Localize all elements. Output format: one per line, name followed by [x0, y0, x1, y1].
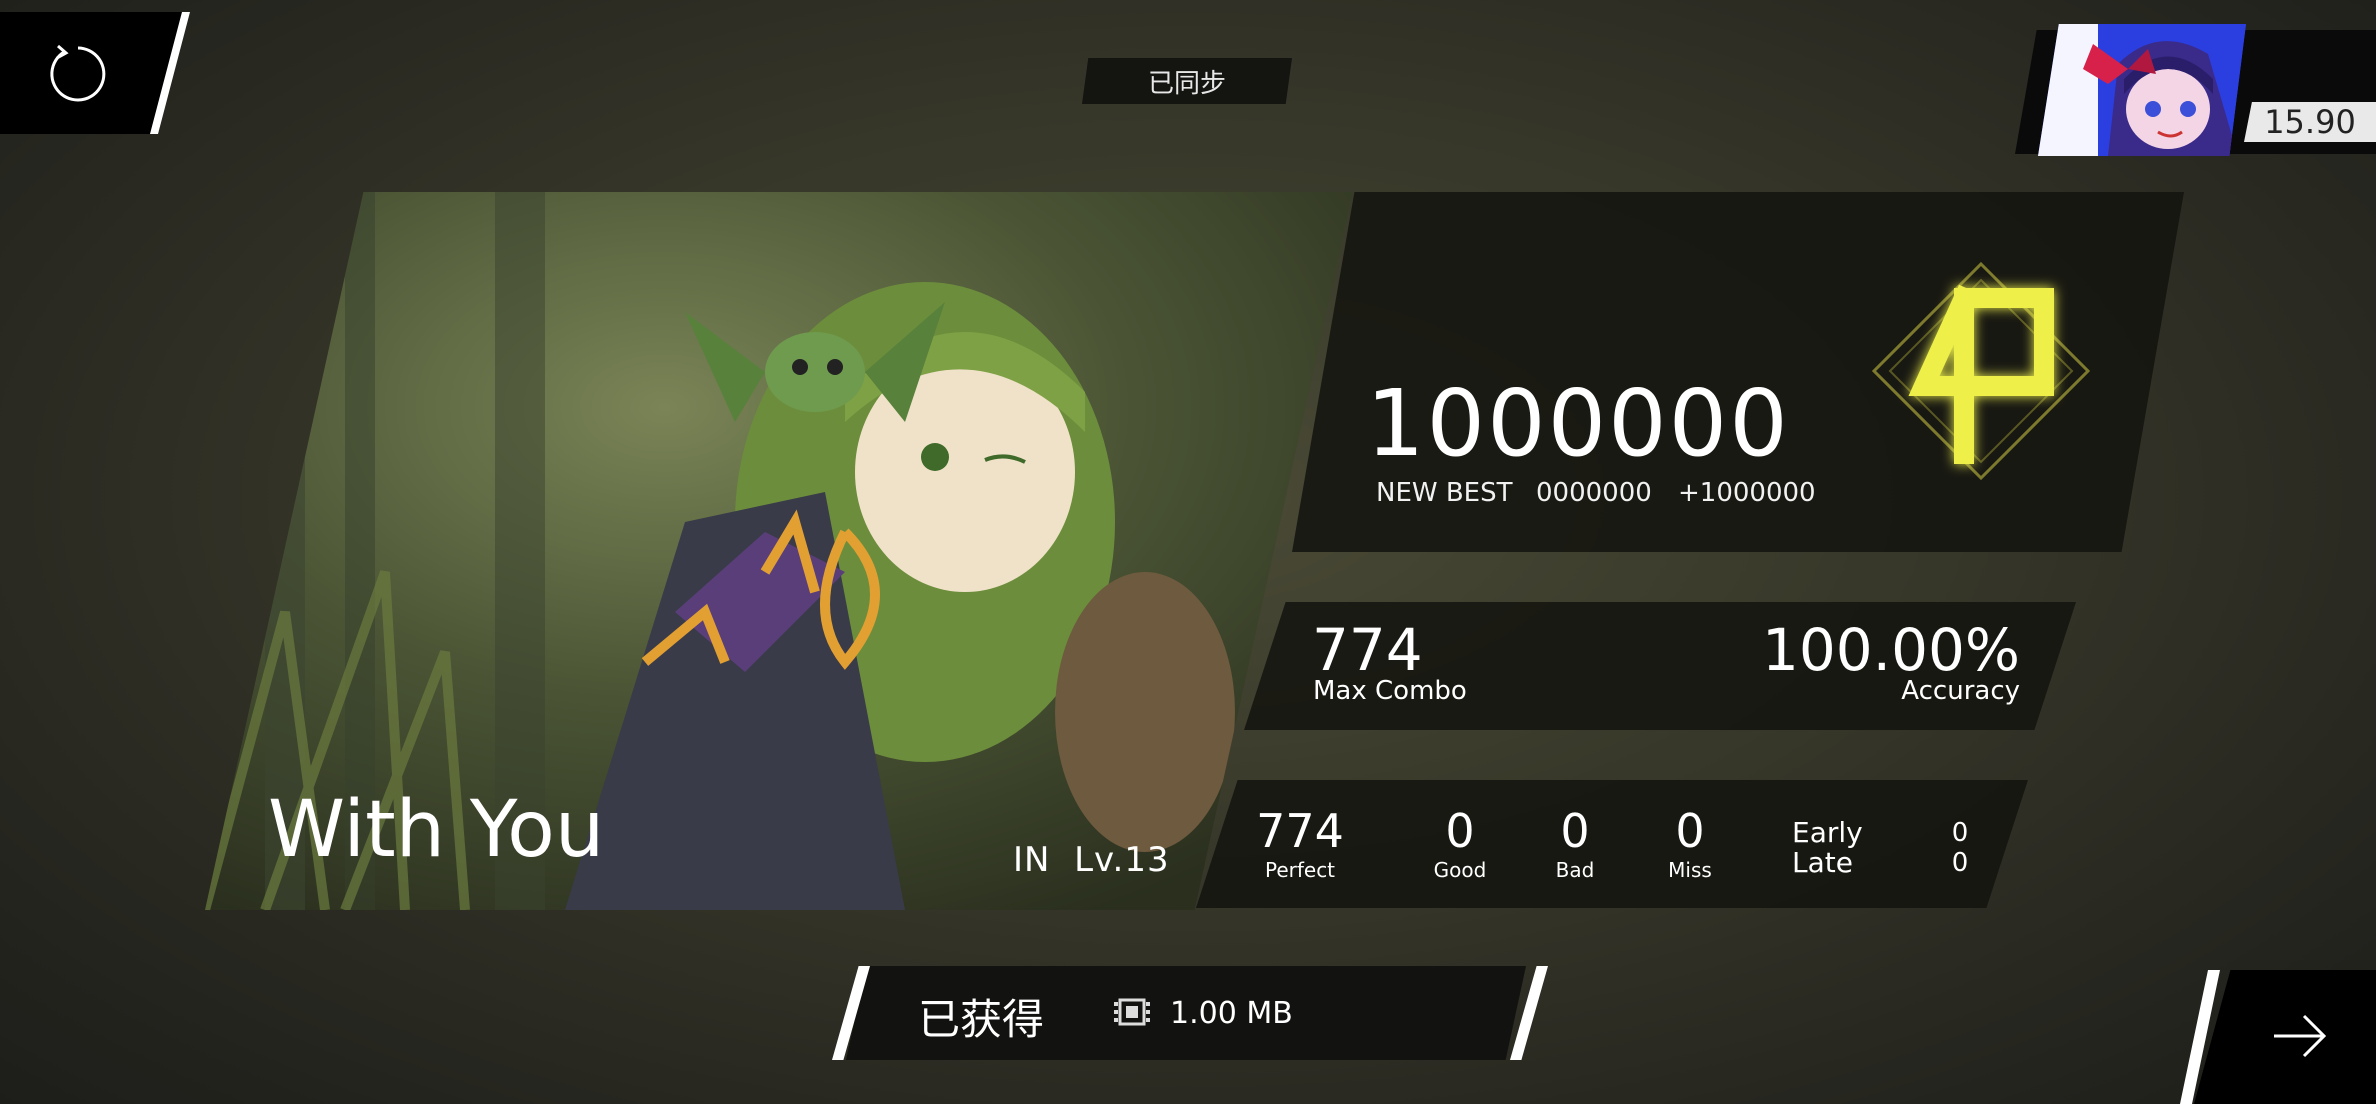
perfect-label: Perfect — [1264, 858, 1336, 882]
song-title: With You — [268, 785, 605, 875]
difficulty-label: IN — [1013, 840, 1051, 880]
accuracy-value: 100.00% — [1761, 616, 2020, 684]
phi-rank-badge-icon — [1871, 261, 2091, 481]
reward-data-amount: 1.00 MB — [1170, 996, 1293, 1031]
retry-icon[interactable] — [44, 40, 112, 108]
reward-title: 已获得 — [918, 995, 1045, 1044]
avatar[interactable] — [2038, 24, 2246, 156]
perfect-count: 774 — [1256, 804, 1344, 858]
data-chip-icon — [1114, 998, 1150, 1026]
accuracy-label: Accuracy — [1901, 676, 2020, 706]
song-difficulty-level: IN Lv.13 — [1013, 840, 1170, 880]
max-combo-label: Max Combo — [1313, 676, 1467, 706]
early-count: 0 — [1951, 818, 1969, 848]
previous-best-score: 0000000 — [1536, 478, 1652, 508]
level-label: Lv.13 — [1074, 840, 1170, 880]
early-label: Early — [1792, 816, 1863, 849]
miss-label: Miss — [1668, 858, 1712, 882]
score-value: 1000000 — [1366, 370, 1790, 477]
arrow-right-icon[interactable] — [2270, 1006, 2330, 1066]
ranking-score: 15.90 — [2244, 102, 2376, 142]
new-best-label: NEW BEST — [1376, 478, 1513, 508]
late-count: 0 — [1951, 848, 1969, 878]
late-label: Late — [1792, 846, 1853, 879]
miss-count: 0 — [1675, 804, 1705, 858]
score-difference: +1000000 — [1678, 478, 1816, 508]
max-combo-value: 774 — [1312, 616, 1423, 684]
sync-status-badge: 已同步 — [1082, 58, 1292, 104]
